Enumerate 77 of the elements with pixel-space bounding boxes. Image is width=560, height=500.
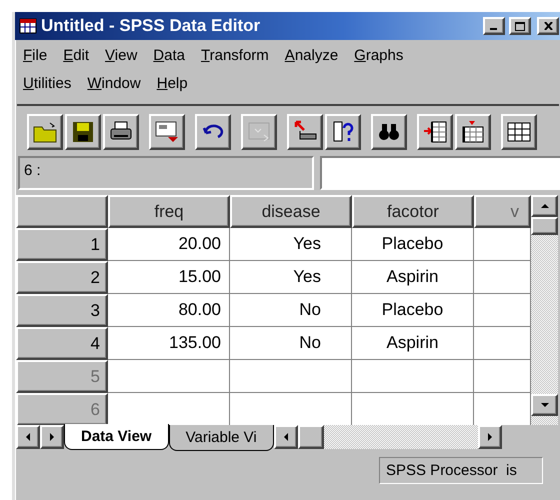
menu-item[interactable]: Window [87,74,141,92]
table-cell: Yes [230,261,352,294]
table-cell [474,261,531,294]
table-cell: 80.00 [108,294,230,327]
column-header[interactable]: facotor [352,195,474,228]
row-number[interactable]: 1 [16,228,108,261]
insert-case-icon [422,119,448,145]
tab[interactable]: Variable Vi [168,425,274,451]
vertical-scrollbar[interactable] [531,195,558,425]
app-icon [19,17,37,35]
table-cell: No [230,327,352,360]
table-cell [474,327,531,360]
table-cell [474,393,531,425]
close-button[interactable] [537,17,559,35]
maximize-button[interactable] [509,17,531,35]
scroll-down-button[interactable] [531,394,558,416]
cell-editor-field[interactable] [320,156,560,190]
tab[interactable]: Data View [64,424,169,450]
left-arrow-icon [24,433,32,441]
menu-item[interactable]: File [23,46,48,64]
left-arrow-icon [282,433,290,441]
table-cell [474,294,531,327]
scroll-up-button[interactable] [531,195,558,217]
table-cell: Aspirin [352,327,474,360]
table-cell: 135.00 [108,327,230,360]
toolbar-button[interactable] [501,114,537,150]
dialog-icon [154,119,180,145]
toolbar-button[interactable] [149,114,185,150]
menu-item[interactable]: View [105,46,138,64]
right-arrow-icon [48,433,56,441]
row-number[interactable]: 4 [16,327,108,360]
scroll-thumb[interactable] [531,217,558,235]
menu-item[interactable]: Utilities [23,74,72,92]
toolbar-button[interactable] [65,114,101,150]
toolbar-button[interactable] [417,114,453,150]
table-cell: 15.00 [108,261,230,294]
menu-item[interactable]: Help [156,74,188,92]
table-cell: Placebo [352,228,474,261]
table-cell: Placebo [352,294,474,327]
table-cell [474,228,531,261]
menu-item[interactable]: Graphs [354,46,404,64]
table-cell: 20.00 [108,228,230,261]
toolbar-button[interactable] [371,114,407,150]
right-arrow-icon [486,433,494,441]
window-title: Untitled - SPSS Data Editor [41,16,262,36]
horizontal-scrollbar[interactable] [274,425,502,449]
table-cell: No [230,294,352,327]
menu-item[interactable]: Analyze [284,46,338,64]
column-header[interactable]: freq [108,195,230,228]
row-number[interactable]: 2 [16,261,108,294]
toolbar-button[interactable] [325,114,361,150]
up-arrow-icon [540,202,548,210]
status-bar-text: SPSS Processor is [379,457,543,484]
scroll-thumb[interactable] [298,425,324,449]
insert-variable-icon [460,119,486,145]
toolbar-button[interactable] [195,114,231,150]
down-arrow-icon [540,401,548,409]
close-icon [544,22,552,30]
toolbar-button[interactable] [455,114,491,150]
column-header[interactable]: disease [230,195,352,228]
table-cell: Aspirin [352,261,474,294]
toolbar-button[interactable] [103,114,139,150]
menu-item[interactable]: Data [153,46,185,64]
menu-item[interactable]: Transform [201,46,269,64]
toolbar-button[interactable] [287,114,323,150]
table-cell [474,360,531,393]
table-cell: Yes [230,228,352,261]
minimize-button[interactable] [483,17,505,35]
tab-scroll-left-button[interactable] [16,425,40,449]
menu-item[interactable]: Edit [63,46,90,64]
maximize-icon [515,22,525,30]
toolbar-button[interactable] [27,114,63,150]
row-number[interactable]: 3 [16,294,108,327]
tab-scroll-right-button[interactable] [40,425,64,449]
cell-reference: 6 : [18,156,314,190]
scroll-left-button[interactable] [274,425,298,449]
scroll-right-button[interactable] [478,425,502,449]
